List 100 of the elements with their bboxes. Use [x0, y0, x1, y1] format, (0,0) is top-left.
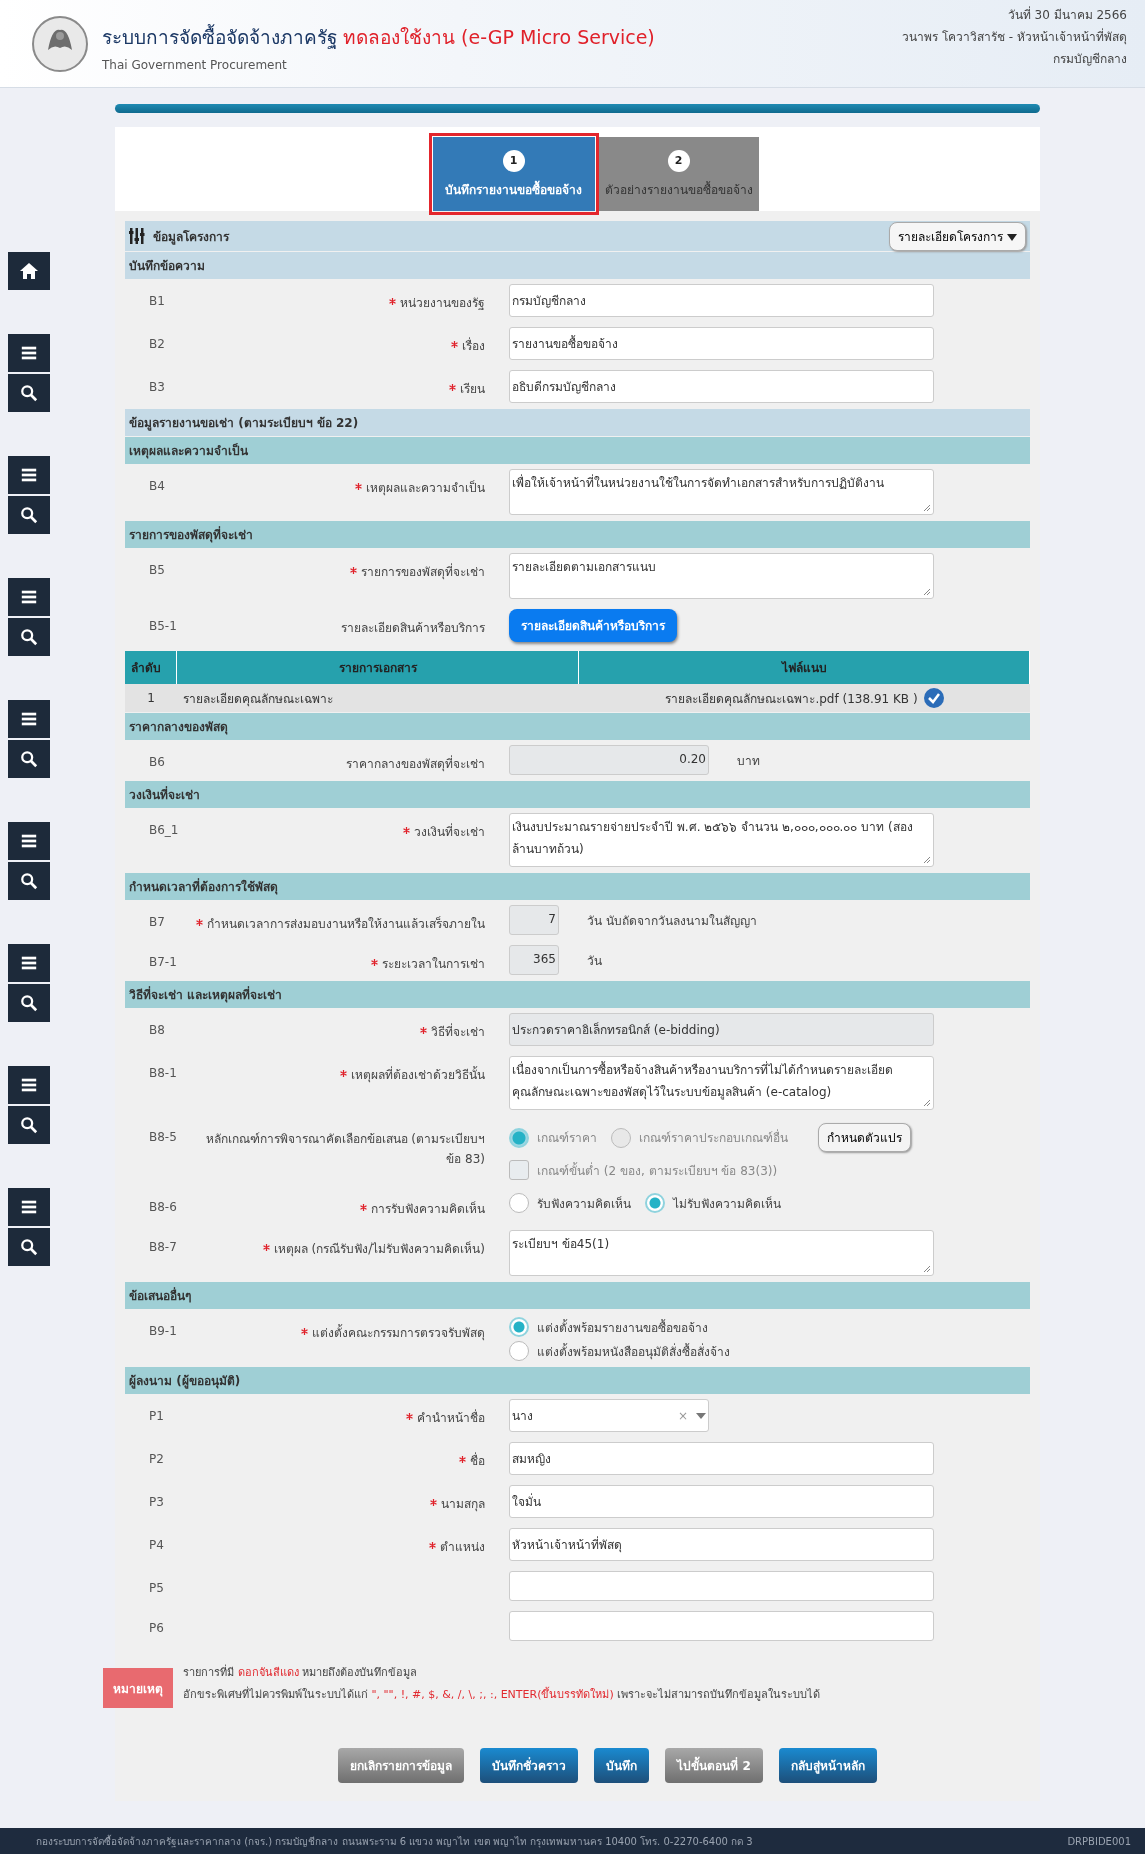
field-code: P1: [148, 1408, 165, 1423]
section-header: ข้อมูลรายงานขอเช่า (ตามระเบียบฯ ข้อ 22): [125, 409, 1030, 436]
action-button[interactable]: กลับสู่หน้าหลัก: [778, 1748, 877, 1783]
field-code: B6: [148, 754, 166, 769]
project-detail-dropdown[interactable]: รายละเอียดโครงการ: [889, 221, 1026, 251]
home-icon[interactable]: [8, 252, 50, 290]
search-icon[interactable]: [8, 618, 50, 656]
field-label: หน่วยงานของรัฐ: [400, 296, 485, 310]
field-label: คำนำหน้าชื่อ: [417, 1411, 485, 1425]
field-label: วิธีที่จะเช่า: [431, 1025, 485, 1039]
menu-icon[interactable]: [8, 578, 50, 616]
number-field[interactable]: 7: [509, 905, 559, 935]
note-badge: หมายเหตุ: [103, 1668, 173, 1708]
sliders-icon: [129, 227, 145, 245]
field-code: B1: [148, 293, 166, 308]
menu-icon[interactable]: [8, 456, 50, 494]
field-label: วงเงินที่จะเช่า: [414, 825, 485, 839]
text-field[interactable]: รายงานขอซื้อขอจ้าง: [509, 327, 934, 360]
text-area[interactable]: เพื่อให้เจ้าหน้าที่ในหน่วยงานใช้ในการจัดทำเอกสารสำหรับการปฏิบัติงาน: [509, 469, 934, 515]
field-label: รายการของพัสดุที่จะเช่า: [361, 565, 485, 579]
field-label: นามสกุล: [441, 1497, 485, 1511]
field-label: ราคากลางของพัสดุที่จะเช่า: [346, 757, 485, 771]
resize-grip-icon[interactable]: [923, 856, 931, 864]
menu-icon[interactable]: [8, 334, 50, 372]
field-label: การรับฟังความคิดเห็น: [371, 1202, 485, 1216]
set-variable-button[interactable]: กำหนดตัวแปร: [818, 1123, 911, 1152]
resize-grip-icon[interactable]: [923, 1265, 931, 1273]
resize-grip-icon[interactable]: [923, 504, 931, 512]
unit-label: วัน: [587, 952, 602, 970]
field-label: เหตุผล (กรณีรับฟัง/ไม่รับฟังความคิดเห็น): [273, 1242, 485, 1256]
section-header: บันทึกข้อความ: [125, 252, 1030, 279]
search-icon[interactable]: [8, 862, 50, 900]
resize-grip-icon[interactable]: [923, 1099, 931, 1107]
section-header: กำหนดเวลาที่ต้องการใช้พัสดุ: [125, 873, 1030, 900]
field-code: B3: [148, 379, 166, 394]
menu-icon[interactable]: [8, 700, 50, 738]
text-area[interactable]: ระเบียบฯ ข้อ45(1): [509, 1230, 934, 1276]
field-label: เรื่อง: [462, 339, 485, 353]
field-code: B6_1: [148, 822, 180, 837]
text-field[interactable]: กรมบัญชีกลาง: [509, 284, 934, 317]
field-label: ตำแหน่ง: [440, 1540, 485, 1554]
text-field[interactable]: หัวหน้าเจ้าหน้าที่พัสดุ: [509, 1528, 934, 1561]
radio-option[interactable]: แต่งตั้งพร้อมรายงานขอซื้อขอจ้าง: [509, 1317, 708, 1337]
action-button[interactable]: บันทึกชั่วคราว: [480, 1748, 579, 1783]
field-code: B7: [148, 914, 166, 929]
radio-option[interactable]: ไม่รับฟังความคิดเห็น: [645, 1193, 781, 1213]
field-code: B4: [148, 478, 166, 493]
field-label: เหตุผลที่ต้องเช่าด้วยวิธีนั้น: [351, 1068, 485, 1082]
field-code: P4: [148, 1537, 165, 1552]
resize-grip-icon[interactable]: [923, 588, 931, 596]
field-label: แต่งตั้งคณะกรรมการตรวจรับพัสดุ: [312, 1326, 485, 1340]
step-tab[interactable]: 2 ตัวอย่างรายงานขอซื้อขอจ้าง: [598, 137, 759, 211]
system-title: ระบบการจัดซื้อจัดจ้างภาครัฐ ทดลองใช้งาน (e-GP Micro Service): [102, 23, 656, 51]
text-area[interactable]: เนื่องจากเป็นการซื้อหรือจ้างสินค้าหรืองานบริการที่ไม่ได้กำหนดรายละเอียดคุณลักษณะเฉพาะของพัสดุไว้ในระบบข้อมูลสินค้า (e-catalog): [509, 1056, 934, 1110]
search-icon[interactable]: [8, 984, 50, 1022]
date-text: วันที่ 30 มีนาคม 2566: [1006, 5, 1127, 24]
section-header: วงเงินที่จะเช่า: [125, 781, 1030, 808]
field-code: B5: [148, 562, 166, 577]
footer-address: กองระบบการจัดซื้อจัดจ้างภาครัฐและราคากลาง (กจร.) กรมบัญชีกลาง ถนนพระราม 6 แขวง พญาไท เขต พญาไท กรุงเทพมหานคร 10400 โทร. 0-2270-6400 กด 3: [36, 1833, 753, 1849]
search-icon[interactable]: [8, 496, 50, 534]
section-header: ราคากลางของพัสดุ: [125, 713, 1030, 740]
field-label: กำหนดเวลาการส่งมอบงานหรือให้งานแล้วเสร็จภายใน: [207, 917, 485, 931]
text-field[interactable]: สมหญิง: [509, 1442, 934, 1475]
section-header: ข้อเสนออื่นๆ: [125, 1282, 1030, 1309]
text-field[interactable]: ประกวดราคาอิเล็กทรอนิกส์ (e-bidding): [509, 1013, 934, 1046]
field-label: ระยะเวลาในการเช่า: [382, 957, 485, 971]
menu-icon[interactable]: [8, 822, 50, 860]
unit-label: บาท: [737, 752, 760, 770]
field-label: ชื่อ: [470, 1454, 485, 1468]
search-icon[interactable]: [8, 1228, 50, 1266]
text-area[interactable]: รายละเอียดตามเอกสารแนบ: [509, 553, 934, 599]
table-cell-text: รายละเอียดคุณลักษณะเฉพาะ: [183, 690, 333, 708]
note-text: อักขระพิเศษที่ไม่ควรพิมพ์ในระบบได้แก่ ", "", !, #, $, &, /, \, ;, :, ENTER(ขึ้นบรรทัดใหม่) เพราะจะไม่สามารถบันทึกข้อมูลในระบบได้: [183, 1685, 822, 1703]
text-field[interactable]: [509, 1571, 934, 1601]
radio-option[interactable]: รับฟังความคิดเห็น: [509, 1193, 631, 1213]
search-icon[interactable]: [8, 740, 50, 778]
field-code: P5: [148, 1580, 165, 1595]
note-text: รายการที่มี ดอกจันสีแดง หมายถึงต้องบันทึกข้อมูล: [183, 1663, 418, 1681]
menu-icon[interactable]: [8, 1066, 50, 1104]
text-field[interactable]: ใจมั่น: [509, 1485, 934, 1518]
field-label: เหตุผลและความจำเป็น: [366, 481, 485, 495]
number-field[interactable]: 0.20: [509, 745, 709, 775]
field-code: P3: [148, 1494, 165, 1509]
menu-icon[interactable]: [8, 1188, 50, 1226]
section-header: วิธีที่จะเช่า และเหตุผลที่จะเช่า: [125, 981, 1030, 1008]
title-select[interactable]: นาง ×: [509, 1399, 709, 1432]
search-icon[interactable]: [8, 1106, 50, 1144]
radio-option[interactable]: แต่งตั้งพร้อมหนังสืออนุมัติสั่งซื้อสั่งจ้าง: [509, 1341, 730, 1361]
number-field[interactable]: 365: [509, 945, 559, 975]
search-icon[interactable]: [8, 374, 50, 412]
menu-icon[interactable]: [8, 944, 50, 982]
field-code: B8-7: [148, 1239, 178, 1254]
text-field[interactable]: [509, 1611, 934, 1641]
system-subtitle: Thai Government Procurement: [102, 58, 288, 72]
text-field[interactable]: อธิบดีกรมบัญชีกลาง: [509, 370, 934, 403]
field-code: P2: [148, 1451, 165, 1466]
action-button[interactable]: บันทึก: [594, 1748, 650, 1783]
user-name: วนาพร โควาวิสารัช - หัวหน้าเจ้าหน้าที่พัสดุ: [902, 27, 1127, 47]
product-detail-button[interactable]: รายละเอียดสินค้าหรือบริการ: [509, 609, 677, 642]
text-area[interactable]: เงินงบประมาณรายจ่ายประจำปี พ.ศ. ๒๕๖๖ จำนวน ๒,๐๐๐,๐๐๐.๐๐ บาท (สองล้านบาทถ้วน): [509, 813, 934, 867]
